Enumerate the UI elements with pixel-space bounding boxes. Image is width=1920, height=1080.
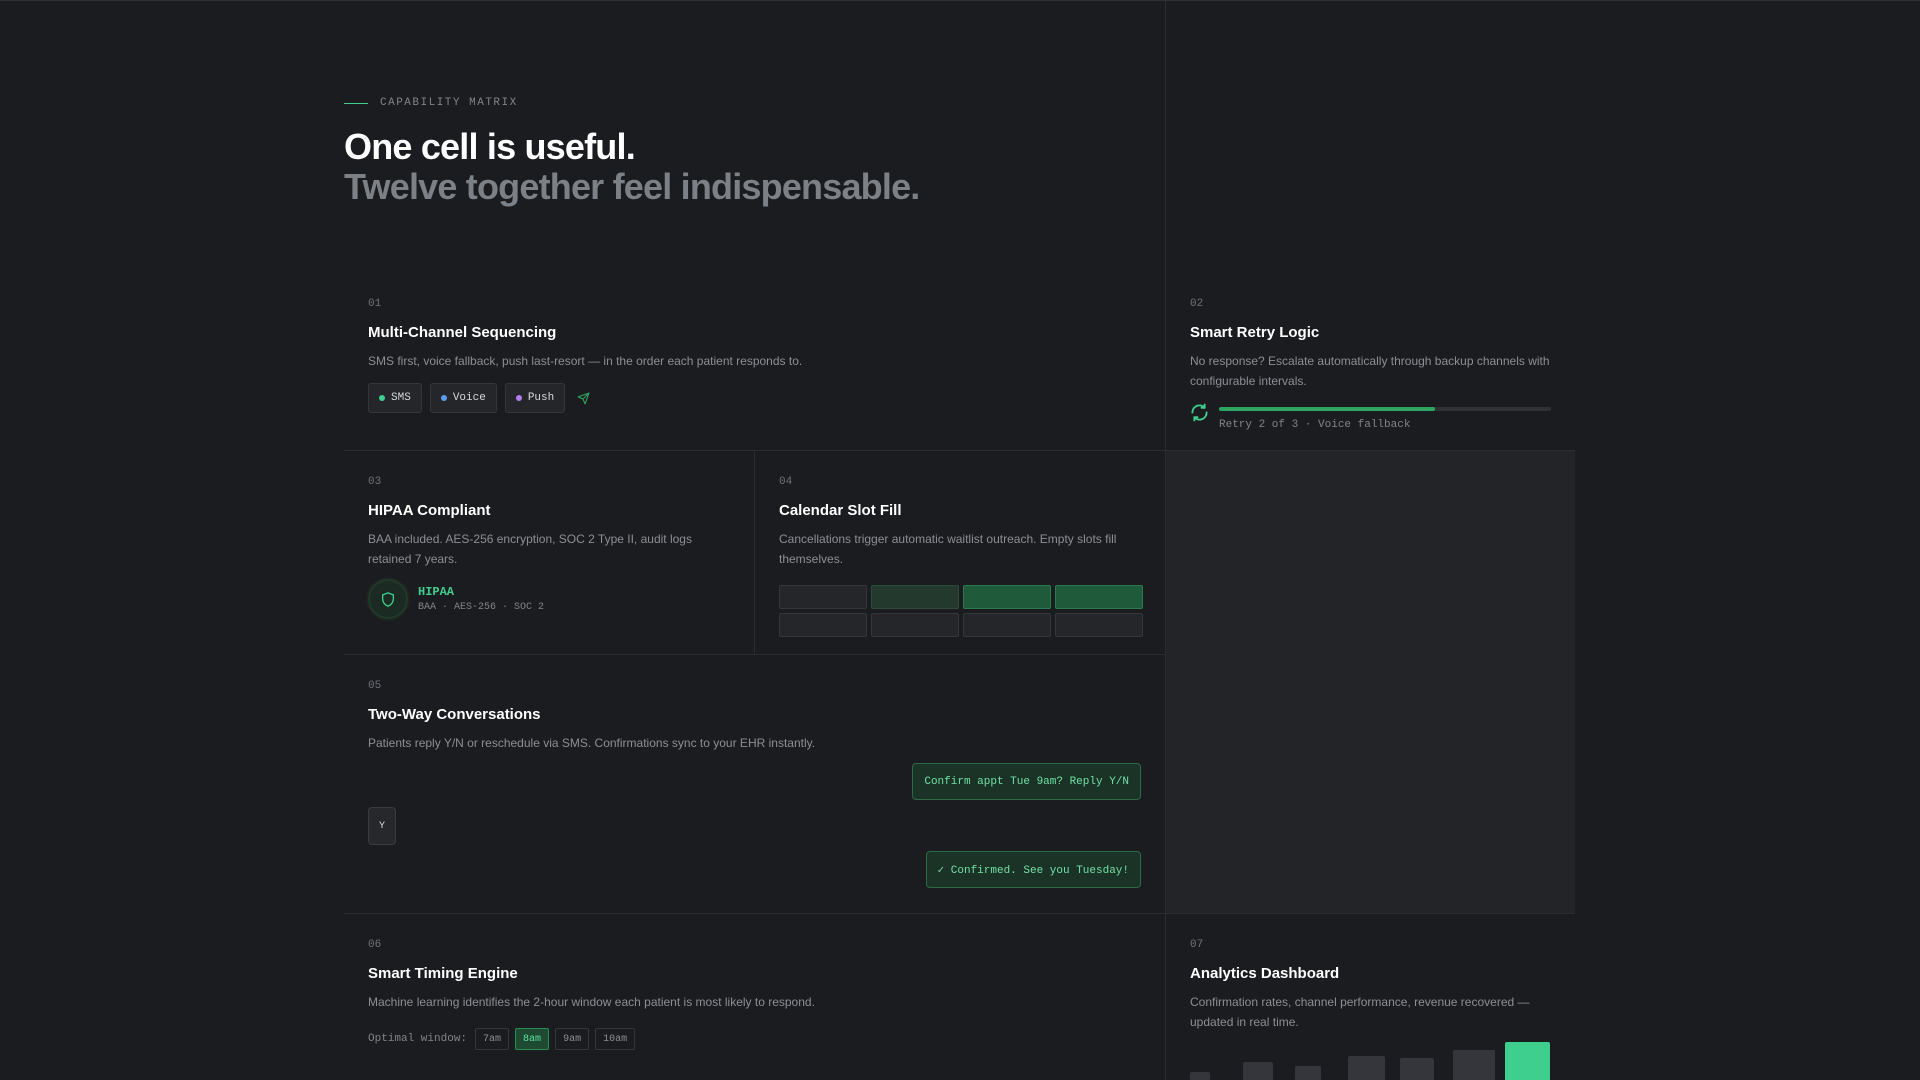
page-title: One cell is useful. [344, 126, 636, 167]
cell-description: Cancellations trigger automatic waitlist… [779, 532, 1117, 566]
cell-number: 06 [368, 939, 382, 951]
calendar-slot-filled [963, 585, 1051, 609]
cell-smart-timing-engine: 06 Smart Timing Engine Machine learning … [368, 939, 1148, 1050]
cell-analytics-dashboard: 07 Analytics Dashboard Confirmation rate… [1190, 939, 1552, 1032]
eyebrow-dash [344, 102, 368, 104]
cell-number: 02 [1190, 298, 1204, 310]
cell-title: Multi-Channel Sequencing [368, 324, 557, 341]
calendar-slot-grid [779, 585, 1143, 637]
grid-divider-v-mid [754, 450, 755, 655]
eyebrow-label: CAPABILITY MATRIX [380, 97, 518, 109]
channel-chip-sms[interactable]: SMS [368, 383, 422, 413]
retry-progress-bar [1219, 407, 1551, 411]
shield-icon [368, 579, 408, 619]
cell-number: 05 [368, 680, 382, 692]
analytics-bar [1295, 1066, 1321, 1080]
refresh-icon [1190, 403, 1209, 422]
analytics-bar [1505, 1042, 1550, 1080]
channel-chip-voice[interactable]: Voice [429, 383, 497, 413]
channel-chip-label: Voice [452, 392, 486, 404]
message-reply: Y [368, 807, 396, 845]
empty-panel [1166, 451, 1575, 913]
page-subtitle: Twelve together feel indispensable. [344, 166, 920, 207]
cell-smart-retry-logic: 02 Smart Retry Logic No response? Escala… [1190, 298, 1552, 431]
grid-divider-h-3 [344, 913, 1575, 914]
time-chip-7am[interactable]: 7am [475, 1028, 510, 1050]
grid-divider-h-2 [344, 654, 1165, 655]
voice-dot-icon [440, 395, 447, 401]
analytics-bar [1348, 1056, 1385, 1080]
cell-number: 04 [779, 476, 793, 488]
cell-title: Smart Retry Logic [1190, 324, 1320, 341]
analytics-bar [1190, 1072, 1210, 1080]
optimal-window: Optimal window: 7am 8am 9am 10am [368, 1028, 1148, 1050]
message-outgoing: Confirm appt Tue 9am? Reply Y/N [912, 763, 1141, 800]
retry-status: Retry 2 of 3 · Voice fallback [1190, 403, 1552, 431]
hipaa-badge-subtitle: BAA · AES-256 · SOC 2 [418, 602, 545, 613]
time-chip-9am[interactable]: 9am [555, 1028, 590, 1050]
retry-status-text: Retry 2 of 3 · Voice fallback [1219, 419, 1411, 431]
analytics-bar [1243, 1062, 1273, 1080]
calendar-slot-empty [779, 613, 867, 637]
cell-calendar-slot-fill: 04 Calendar Slot Fill Cancellations trig… [779, 476, 1143, 637]
calendar-slot-pending [871, 585, 959, 609]
calendar-slot-empty [779, 585, 867, 609]
cell-multi-channel-sequencing: 01 Multi-Channel Sequencing SMS first, v… [368, 298, 1148, 413]
cell-title: Smart Timing Engine [368, 965, 518, 982]
channel-chip-push[interactable]: Push [504, 383, 566, 413]
cell-title: Two-Way Conversations [368, 706, 541, 723]
section-eyebrow: CAPABILITY MATRIX [344, 97, 518, 109]
time-chip-8am[interactable]: 8am [515, 1028, 550, 1050]
cell-description: Machine learning identifies the 2-hour w… [368, 995, 815, 1009]
cell-number: 01 [368, 298, 382, 310]
cell-description: SMS first, voice fallback, push last-res… [368, 354, 803, 368]
cell-title: Calendar Slot Fill [779, 502, 902, 519]
push-dot-icon [515, 395, 522, 401]
cell-title: HIPAA Compliant [368, 502, 491, 519]
channel-chips: SMS Voice Push [368, 383, 1148, 413]
calendar-slot-empty [871, 613, 959, 637]
channel-chip-label: SMS [391, 392, 411, 404]
cell-two-way-conversations: 05 Two-Way Conversations Patients reply … [368, 680, 1148, 753]
cell-description: Patients reply Y/N or reschedule via SMS… [368, 736, 816, 750]
optimal-window-label: Optimal window: [368, 1033, 468, 1045]
retry-progress-fill [1219, 407, 1435, 411]
cell-title: Analytics Dashboard [1190, 965, 1340, 982]
send-icon [577, 392, 590, 405]
hipaa-badge-title: HIPAA [418, 585, 455, 599]
cell-hipaa-compliant: 03 HIPAA Compliant BAA included. AES-256… [368, 476, 738, 619]
cell-description: No response? Escalate automatically thro… [1190, 354, 1550, 388]
time-chip-10am[interactable]: 10am [595, 1028, 636, 1050]
cell-number: 03 [368, 476, 382, 488]
analytics-mini-chart [1190, 1040, 1550, 1080]
sms-dot-icon [379, 395, 385, 401]
cell-description: BAA included. AES-256 encryption, SOC 2 … [368, 532, 692, 566]
calendar-slot-filled [1055, 585, 1143, 609]
message-confirmation: ✓ Confirmed. See you Tuesday! [925, 851, 1141, 888]
top-border [0, 0, 1920, 1]
cell-number: 07 [1190, 939, 1204, 951]
analytics-bar [1400, 1058, 1434, 1080]
channel-chip-label: Push [527, 392, 555, 404]
calendar-slot-empty [963, 613, 1051, 637]
cell-description: Confirmation rates, channel performance,… [1190, 995, 1530, 1029]
analytics-bar [1453, 1050, 1495, 1080]
hipaa-badge: HIPAA BAA · AES-256 · SOC 2 [368, 579, 738, 619]
calendar-slot-empty [1055, 613, 1143, 637]
